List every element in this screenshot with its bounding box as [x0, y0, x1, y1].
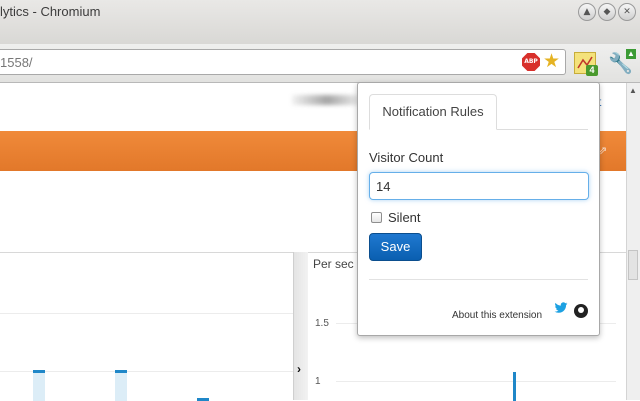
gridline [0, 313, 293, 314]
twitter-icon[interactable] [554, 302, 568, 314]
chart-title: Per sec [313, 257, 354, 271]
y-tick-label: 1.5 [315, 318, 329, 329]
update-arrow-icon: ▲ [626, 49, 636, 59]
url-text: 1558/ [0, 55, 33, 70]
popup-divider [369, 279, 588, 280]
scroll-up-arrow-icon[interactable]: ▲ [629, 86, 637, 95]
extension-badge: 4 [586, 65, 598, 76]
y-tick-label: 1 [315, 376, 321, 387]
adblock-icon[interactable]: ABP [522, 53, 540, 71]
maximize-button[interactable]: ◆ [598, 3, 616, 21]
bookmark-star-icon[interactable]: ★ [543, 50, 560, 73]
window-title: lytics - Chromium [0, 4, 101, 19]
chart-bar-bg [115, 370, 127, 401]
chart-bar [33, 370, 45, 373]
chevron-right-icon[interactable]: › [297, 362, 301, 376]
chart-bar [115, 370, 127, 373]
window-titlebar: lytics - Chromium ▲ ◆ ✕ [0, 0, 640, 44]
browser-toolbar: 1558/ ABP ★ [0, 44, 640, 83]
left-chart-panel [0, 252, 293, 401]
address-bar[interactable]: 1558/ ABP ★ [0, 49, 566, 75]
chart-bar-bg [33, 370, 45, 401]
close-button[interactable]: ✕ [618, 3, 636, 21]
silent-label[interactable]: Silent [388, 210, 421, 225]
extension-popup: Notification Rules Visitor Count Silent … [357, 82, 600, 336]
visitor-count-label: Visitor Count [369, 150, 444, 165]
page-scrollbar[interactable] [626, 83, 640, 400]
github-icon[interactable] [574, 304, 588, 318]
save-button[interactable]: Save [369, 233, 422, 261]
panel-divider[interactable] [293, 252, 309, 400]
gridline [336, 381, 616, 382]
silent-checkbox[interactable] [371, 212, 382, 223]
visitor-count-input[interactable] [369, 172, 589, 200]
chart-bar [513, 372, 516, 401]
blurred-username [292, 95, 362, 105]
scrollbar-thumb[interactable] [628, 250, 638, 280]
tab-notification-rules[interactable]: Notification Rules [369, 94, 497, 130]
minimize-button[interactable]: ▲ [578, 3, 596, 21]
about-extension-link[interactable]: About this extension [452, 310, 542, 321]
